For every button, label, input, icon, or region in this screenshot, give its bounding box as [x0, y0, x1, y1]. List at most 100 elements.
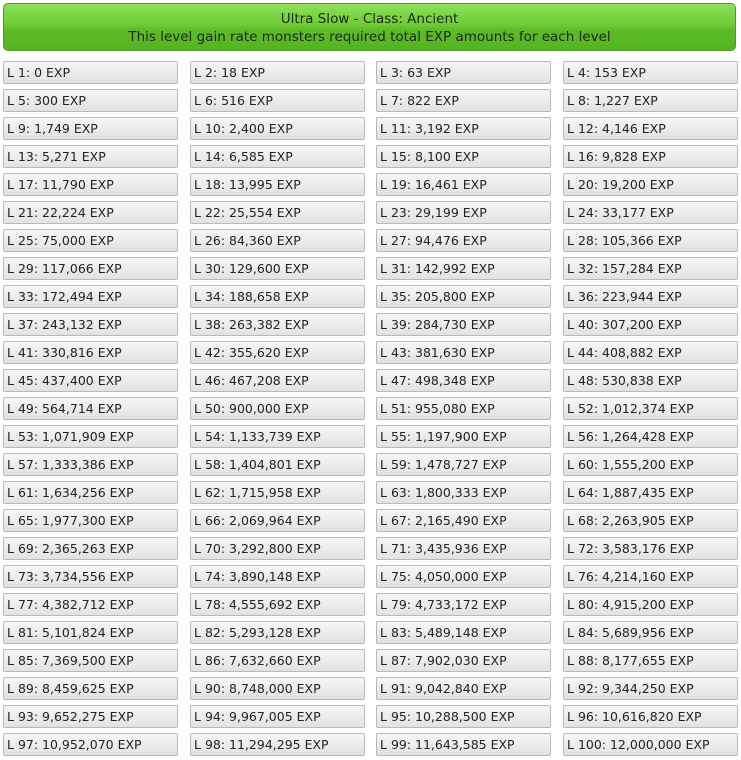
- level-exp-cell: L 93: 9,652,275 EXP: [3, 705, 178, 728]
- level-exp-cell: L 59: 1,478,727 EXP: [376, 453, 551, 476]
- level-exp-cell: L 100: 12,000,000 EXP: [563, 733, 738, 756]
- level-exp-cell: L 95: 10,288,500 EXP: [376, 705, 551, 728]
- level-exp-cell: L 49: 564,714 EXP: [3, 397, 178, 420]
- level-exp-cell: L 47: 498,348 EXP: [376, 369, 551, 392]
- level-exp-cell: L 22: 25,554 EXP: [190, 201, 365, 224]
- level-exp-cell: L 88: 8,177,655 EXP: [563, 649, 738, 672]
- level-exp-cell: L 83: 5,489,148 EXP: [376, 621, 551, 644]
- level-exp-cell: L 53: 1,071,909 EXP: [3, 425, 178, 448]
- header-title: Ultra Slow - Class: Ancient: [280, 11, 459, 27]
- level-exp-cell: L 30: 129,600 EXP: [190, 257, 365, 280]
- level-exp-cell: L 20: 19,200 EXP: [563, 173, 738, 196]
- level-exp-cell: L 38: 263,382 EXP: [190, 313, 365, 336]
- level-exp-cell: L 63: 1,800,333 EXP: [376, 481, 551, 504]
- level-exp-cell: L 48: 530,838 EXP: [563, 369, 738, 392]
- level-exp-cell: L 52: 1,012,374 EXP: [563, 397, 738, 420]
- level-exp-cell: L 78: 4,555,692 EXP: [190, 593, 365, 616]
- level-exp-cell: L 99: 11,643,585 EXP: [376, 733, 551, 756]
- level-exp-cell: L 82: 5,293,128 EXP: [190, 621, 365, 644]
- level-exp-cell: L 69: 2,365,263 EXP: [3, 537, 178, 560]
- level-exp-cell: L 25: 75,000 EXP: [3, 229, 178, 252]
- level-exp-cell: L 41: 330,816 EXP: [3, 341, 178, 364]
- level-exp-cell: L 19: 16,461 EXP: [376, 173, 551, 196]
- level-exp-cell: L 57: 1,333,386 EXP: [3, 453, 178, 476]
- level-exp-cell: L 18: 13,995 EXP: [190, 173, 365, 196]
- level-exp-cell: L 90: 8,748,000 EXP: [190, 677, 365, 700]
- level-exp-cell: L 9: 1,749 EXP: [3, 117, 178, 140]
- level-exp-cell: L 96: 10,616,820 EXP: [563, 705, 738, 728]
- level-exp-cell: L 68: 2,263,905 EXP: [563, 509, 738, 532]
- level-exp-cell: L 97: 10,952,070 EXP: [3, 733, 178, 756]
- level-exp-cell: L 64: 1,887,435 EXP: [563, 481, 738, 504]
- level-exp-cell: L 31: 142,992 EXP: [376, 257, 551, 280]
- level-exp-cell: L 91: 9,042,840 EXP: [376, 677, 551, 700]
- level-exp-cell: L 40: 307,200 EXP: [563, 313, 738, 336]
- level-exp-cell: L 14: 6,585 EXP: [190, 145, 365, 168]
- level-table-header: Ultra Slow - Class: Ancient This level g…: [3, 3, 736, 51]
- level-exp-cell: L 13: 5,271 EXP: [3, 145, 178, 168]
- level-exp-cell: L 2: 18 EXP: [190, 61, 365, 84]
- level-exp-cell: L 70: 3,292,800 EXP: [190, 537, 365, 560]
- level-exp-cell: L 84: 5,689,956 EXP: [563, 621, 738, 644]
- level-exp-cell: L 1: 0 EXP: [3, 61, 178, 84]
- level-exp-cell: L 3: 63 EXP: [376, 61, 551, 84]
- level-exp-cell: L 75: 4,050,000 EXP: [376, 565, 551, 588]
- level-exp-cell: L 43: 381,630 EXP: [376, 341, 551, 364]
- level-exp-cell: L 62: 1,715,958 EXP: [190, 481, 365, 504]
- level-exp-cell: L 54: 1,133,739 EXP: [190, 425, 365, 448]
- level-exp-cell: L 80: 4,915,200 EXP: [563, 593, 738, 616]
- level-exp-cell: L 46: 467,208 EXP: [190, 369, 365, 392]
- level-exp-cell: L 29: 117,066 EXP: [3, 257, 178, 280]
- level-exp-cell: L 4: 153 EXP: [563, 61, 738, 84]
- level-exp-cell: L 72: 3,583,176 EXP: [563, 537, 738, 560]
- level-exp-cell: L 94: 9,967,005 EXP: [190, 705, 365, 728]
- level-exp-cell: L 51: 955,080 EXP: [376, 397, 551, 420]
- level-exp-cell: L 56: 1,264,428 EXP: [563, 425, 738, 448]
- level-exp-cell: L 79: 4,733,172 EXP: [376, 593, 551, 616]
- level-exp-cell: L 66: 2,069,964 EXP: [190, 509, 365, 532]
- level-exp-cell: L 26: 84,360 EXP: [190, 229, 365, 252]
- level-exp-cell: L 16: 9,828 EXP: [563, 145, 738, 168]
- level-exp-cell: L 60: 1,555,200 EXP: [563, 453, 738, 476]
- level-exp-cell: L 50: 900,000 EXP: [190, 397, 365, 420]
- level-exp-cell: L 89: 8,459,625 EXP: [3, 677, 178, 700]
- level-exp-cell: L 58: 1,404,801 EXP: [190, 453, 365, 476]
- level-exp-cell: L 87: 7,902,030 EXP: [376, 649, 551, 672]
- level-exp-cell: L 32: 157,284 EXP: [563, 257, 738, 280]
- level-exp-cell: L 15: 8,100 EXP: [376, 145, 551, 168]
- level-exp-cell: L 17: 11,790 EXP: [3, 173, 178, 196]
- level-exp-cell: L 44: 408,882 EXP: [563, 341, 738, 364]
- level-exp-cell: L 39: 284,730 EXP: [376, 313, 551, 336]
- level-exp-cell: L 37: 243,132 EXP: [3, 313, 178, 336]
- level-exp-cell: L 5: 300 EXP: [3, 89, 178, 112]
- level-exp-cell: L 76: 4,214,160 EXP: [563, 565, 738, 588]
- level-exp-cell: L 92: 9,344,250 EXP: [563, 677, 738, 700]
- level-exp-cell: L 65: 1,977,300 EXP: [3, 509, 178, 532]
- level-exp-cell: L 67: 2,165,490 EXP: [376, 509, 551, 532]
- level-exp-cell: L 35: 205,800 EXP: [376, 285, 551, 308]
- level-exp-cell: L 36: 223,944 EXP: [563, 285, 738, 308]
- level-exp-cell: L 73: 3,734,556 EXP: [3, 565, 178, 588]
- level-exp-cell: L 98: 11,294,295 EXP: [190, 733, 365, 756]
- level-exp-cell: L 45: 437,400 EXP: [3, 369, 178, 392]
- level-exp-cell: L 12: 4,146 EXP: [563, 117, 738, 140]
- level-exp-cell: L 33: 172,494 EXP: [3, 285, 178, 308]
- level-exp-cell: L 23: 29,199 EXP: [376, 201, 551, 224]
- level-exp-cell: L 86: 7,632,660 EXP: [190, 649, 365, 672]
- level-exp-cell: L 10: 2,400 EXP: [190, 117, 365, 140]
- level-exp-cell: L 21: 22,224 EXP: [3, 201, 178, 224]
- level-exp-cell: L 8: 1,227 EXP: [563, 89, 738, 112]
- level-exp-cell: L 7: 822 EXP: [376, 89, 551, 112]
- level-exp-cell: L 61: 1,634,256 EXP: [3, 481, 178, 504]
- level-exp-cell: L 71: 3,435,936 EXP: [376, 537, 551, 560]
- level-exp-cell: L 85: 7,369,500 EXP: [3, 649, 178, 672]
- level-exp-cell: L 34: 188,658 EXP: [190, 285, 365, 308]
- header-subtitle: This level gain rate monsters required t…: [128, 29, 611, 45]
- level-exp-cell: L 11: 3,192 EXP: [376, 117, 551, 140]
- level-exp-cell: L 77: 4,382,712 EXP: [3, 593, 178, 616]
- level-exp-cell: L 27: 94,476 EXP: [376, 229, 551, 252]
- level-exp-cell: L 28: 105,366 EXP: [563, 229, 738, 252]
- level-exp-cell: L 81: 5,101,824 EXP: [3, 621, 178, 644]
- level-exp-cell: L 6: 516 EXP: [190, 89, 365, 112]
- level-exp-cell: L 74: 3,890,148 EXP: [190, 565, 365, 588]
